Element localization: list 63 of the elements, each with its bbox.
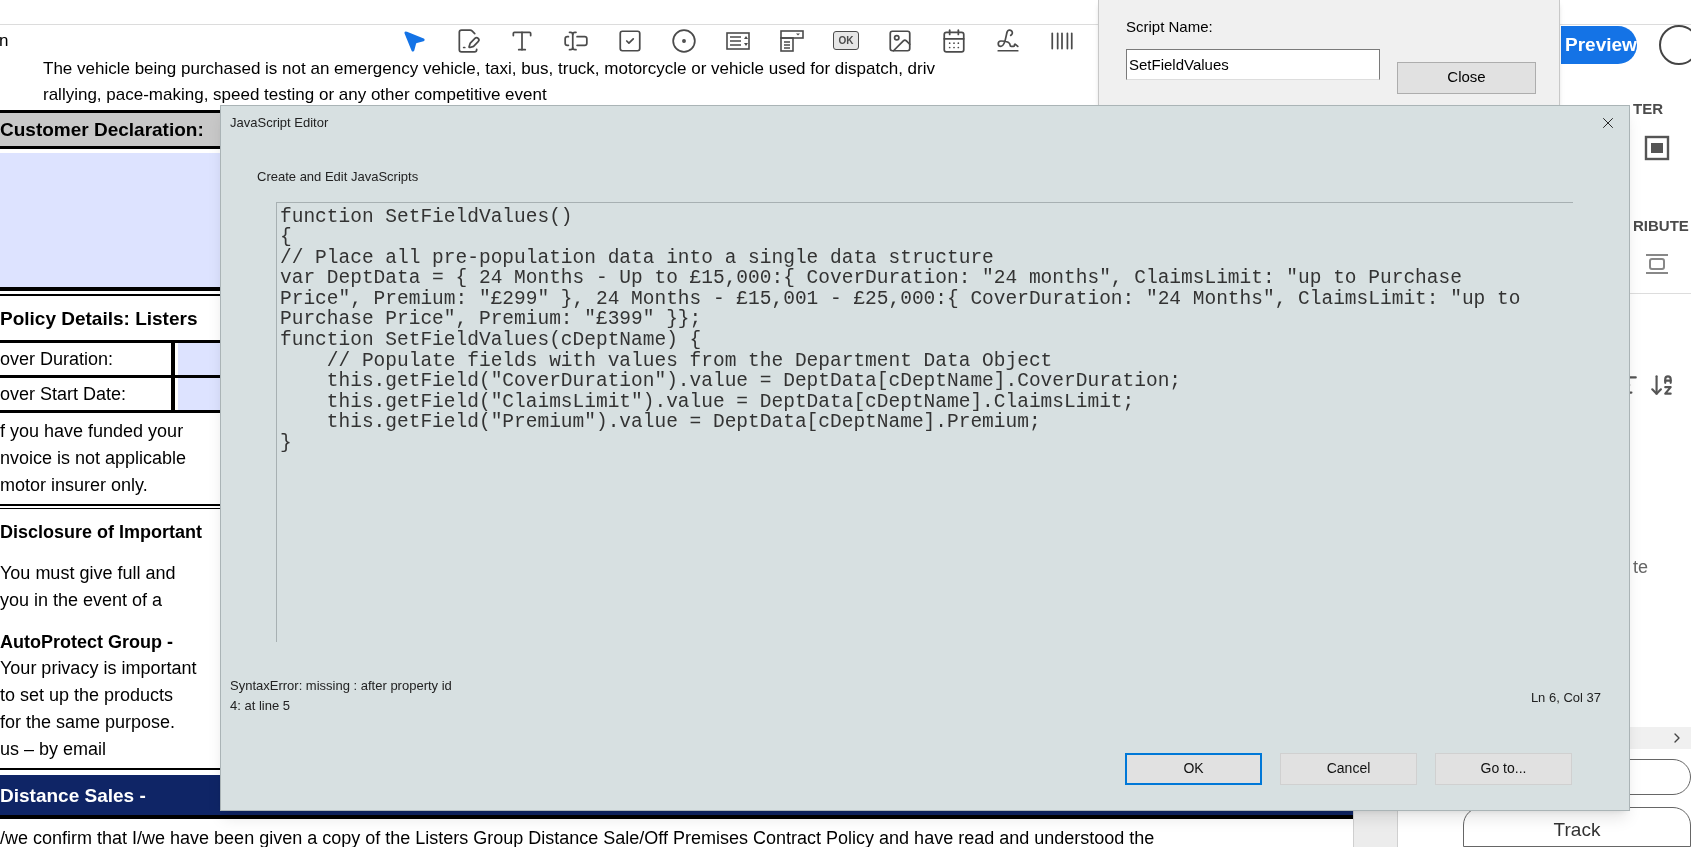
panel-text: te [1633,556,1649,579]
sort-az-icon[interactable] [1649,372,1675,398]
align-center-icon[interactable] [1644,134,1670,161]
section-heading: AutoProtect Group - [0,631,173,654]
code-line: Price", Premium: "£299" }, 24 Months - £15,001 - £25,000:{ CoverDuration: "24 Months", ClaimsLimit: "up to [280,288,1521,310]
script-name-field[interactable]: SetFieldValues [1126,48,1380,80]
document-text: /we confirm that I/we have been given a copy of the Listers Group Distance Sale/Off Premises Contract Policy and have read and understood the [0,829,1155,847]
document-text: for the same purpose. [0,711,176,734]
button-field-icon[interactable]: OK [833,31,859,50]
checkbox-icon[interactable] [617,27,643,54]
calendar-icon[interactable] [941,27,967,54]
window-title: JavaScript Editor [230,114,329,133]
close-button[interactable]: Close [1397,61,1536,94]
document-text: you in the event of a [0,589,163,612]
document-text: to set up the products [0,684,174,707]
image-icon[interactable] [887,27,913,54]
preview-button[interactable]: Preview [1561,26,1637,65]
document-text: nvoice is not applicable [0,447,187,470]
code-line: Purchase Price", Premium: "£399" }}; [280,309,702,331]
signature-icon[interactable] [995,27,1021,54]
error-message: 4: at line 5 [230,696,290,715]
document-text: f you have funded your [0,420,184,443]
code-line: this.getField("ClaimsLimit").value = DeptData[cDeptName].ClaimsLimit; [325,391,1135,413]
distribute-icon[interactable] [1644,253,1670,275]
code-line: this.getField("CoverDuration").value = DeptData[cDeptName].CoverDuration; [325,371,1182,392]
panel-heading: RIBUTE [1633,215,1690,236]
code-line: var DeptData = { 24 Months - Up to £15,000:{ CoverDuration: "24 months", ClaimsLimit: "up to Purchase [280,268,1462,289]
code-line: // Populate fields with values from the Department Data Object [325,350,1053,372]
document-text: You must give full and [0,562,176,585]
form-field[interactable] [178,378,220,410]
dialog-subtitle: Create and Edit JavaScripts [257,168,419,186]
error-message: SyntaxError: missing : after property id [230,676,452,695]
document-text: us – by email [0,738,107,761]
code-line: } [280,433,292,454]
declaration-box[interactable] [0,153,220,291]
dialog-button[interactable]: OK [1125,752,1262,785]
dialog-button[interactable]: Go to... [1435,752,1572,785]
cursor-position: Ln 6, Col 37 [1530,689,1601,707]
edit-form-icon[interactable] [455,27,481,54]
document-text: motor insurer only. [0,474,148,497]
field-label: over Start Date: [0,382,127,406]
code-line: this.getField("Premium").value = DeptData[cDeptName].Premium; [325,412,1041,434]
toolbar-label: n [0,29,10,52]
code-line: function SetFieldValues(cDeptName) { [280,330,702,351]
form-field[interactable] [178,343,220,375]
code-editor[interactable] [276,201,1573,642]
section-heading: Customer Declaration: [0,118,204,142]
document-text: Your privacy is important [0,657,197,680]
radio-button-icon[interactable] [671,27,697,54]
section-heading: Policy Details: Listers [0,306,198,331]
dropdown-icon[interactable] [779,27,805,54]
document-text: The vehicle being purchased is not an emergency vehicle, taxi, bus, truck, motorcycle or vehicle used for dispatch, driv [43,58,935,80]
field-label: over Duration: [0,347,114,371]
code-line: // Place all pre-population data into a single data structure [280,247,994,269]
section-heading: Distance Sales - [0,783,146,808]
code-line: { [280,227,292,248]
document-text: rallying, pace-making, speed testing or any other competitive event [43,84,547,106]
code-line: function SetFieldValues() [280,206,573,228]
panel-heading: TER [1633,99,1664,119]
field-label: Script Name: [1126,18,1213,35]
circle-button[interactable] [1658,25,1691,66]
section-heading: Disclosure of Important [0,521,203,544]
dialog-button[interactable]: Cancel [1280,752,1417,785]
